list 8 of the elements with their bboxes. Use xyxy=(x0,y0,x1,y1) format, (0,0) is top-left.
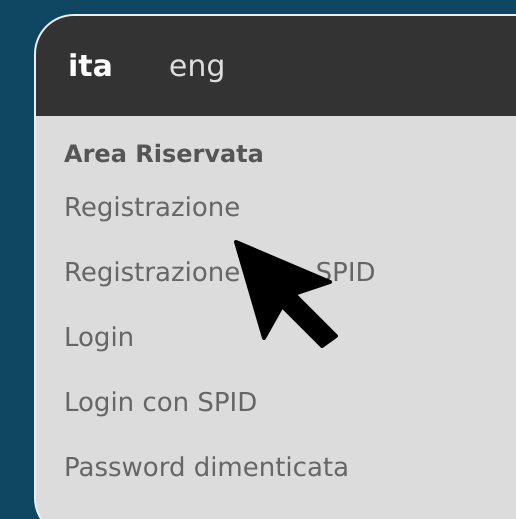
menu-link[interactable]: Registrazione xyxy=(64,193,240,223)
menu-link[interactable]: Registrazione xyxy=(64,258,240,288)
menu-link[interactable]: Login xyxy=(64,323,134,353)
language-link[interactable]: ita xyxy=(68,48,113,84)
language-link[interactable]: eng xyxy=(168,48,226,84)
menu-link[interactable]: Login con SPID xyxy=(64,388,258,418)
section-title: Area Riservata xyxy=(64,140,265,170)
menu-link[interactable]: Password dimenticata xyxy=(64,453,350,483)
